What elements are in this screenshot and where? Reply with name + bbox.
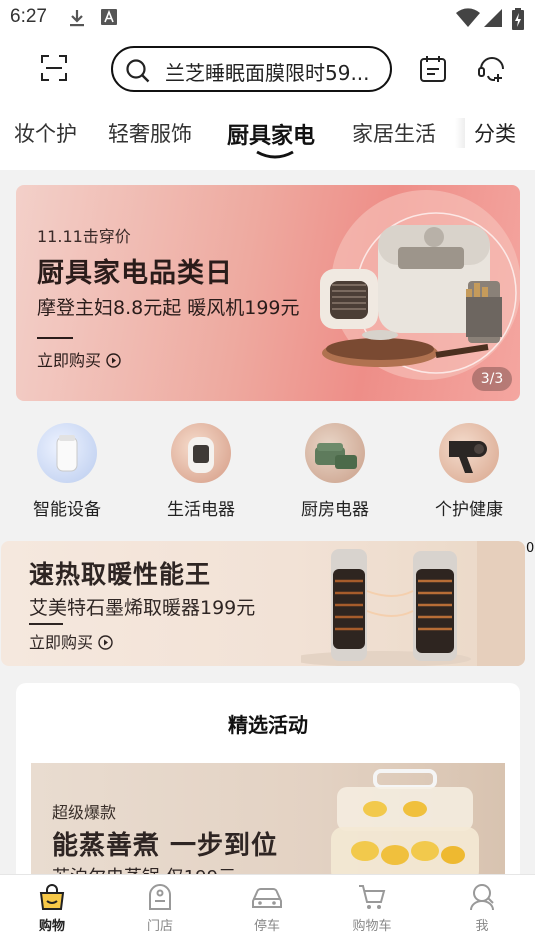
heater-illustration bbox=[301, 541, 525, 666]
category-smart-devices[interactable]: 智能设备 bbox=[12, 423, 122, 520]
featured-banner[interactable]: 超级爆款 能蒸善煮 一步到位 苏泊尔电蒸锅 仅199元 bbox=[31, 763, 505, 883]
banner-cta[interactable]: 立即购买 bbox=[37, 347, 121, 371]
steamer-illustration bbox=[331, 769, 479, 883]
category-kitchen-appliances[interactable]: 厨房电器 bbox=[280, 423, 390, 520]
nav-store[interactable]: 门店 bbox=[110, 881, 210, 934]
category-label: 厨房电器 bbox=[301, 500, 369, 520]
sandwich-maker-icon bbox=[305, 423, 365, 483]
category-label: 个护健康 bbox=[435, 500, 503, 520]
category-home-appliances[interactable]: 生活电器 bbox=[146, 423, 256, 520]
status-time: 6:27 bbox=[10, 6, 47, 27]
banner-cta-label: 立即购买 bbox=[37, 351, 102, 370]
cart-icon bbox=[359, 885, 386, 909]
category-label: 智能设备 bbox=[33, 500, 101, 520]
nav-label: 我 bbox=[475, 919, 489, 934]
promo-cta[interactable]: 立即购买 bbox=[29, 629, 113, 653]
battery-icon bbox=[512, 8, 524, 34]
active-tab-indicator bbox=[256, 150, 294, 159]
featured-banner-tag: 超级爆款 bbox=[52, 803, 117, 822]
profile-icon bbox=[470, 884, 494, 911]
hero-banner[interactable]: 11.11击穿价 厨具家电品类日 摩登主妇8.8元起 暖风机199元 立即购买 … bbox=[16, 185, 520, 401]
banner-divider bbox=[37, 337, 73, 339]
store-icon bbox=[149, 884, 171, 910]
smart-device-icon bbox=[37, 423, 97, 483]
nav-parking[interactable]: 停车 bbox=[217, 881, 317, 934]
promo-divider bbox=[29, 623, 63, 625]
category-personal-care[interactable]: 个护健康 bbox=[414, 423, 524, 520]
category-shortcuts: 智能设备 生活电器 厨房电器 个护健康 bbox=[0, 405, 535, 525]
category-tabs: 妆个护 轻奢服饰 厨具家电 家居生活 分类 bbox=[0, 104, 535, 170]
nav-label: 购物 bbox=[38, 919, 65, 934]
nav-shopping[interactable]: 购物 bbox=[2, 881, 102, 934]
calendar-icon[interactable] bbox=[418, 54, 448, 88]
header-bar: 兰芝睡眠面膜限时59... bbox=[0, 36, 535, 104]
customer-service-icon[interactable] bbox=[476, 52, 508, 88]
car-icon bbox=[252, 888, 282, 908]
category-label: 生活电器 bbox=[167, 500, 235, 520]
status-bar: 6:27 bbox=[0, 0, 535, 36]
play-circle-icon bbox=[98, 635, 113, 650]
banner-tag: 11.11击穿价 bbox=[37, 227, 131, 246]
featured-title: 精选活动 bbox=[228, 713, 308, 737]
heater-icon bbox=[171, 423, 231, 483]
all-categories-button[interactable]: 分类 bbox=[474, 118, 516, 148]
banner-subtitle: 摩登主妇8.8元起 暖风机199元 bbox=[37, 297, 300, 319]
tabs-fade bbox=[455, 118, 465, 148]
tab-luxury-apparel[interactable]: 轻奢服饰 bbox=[108, 118, 192, 148]
nav-label: 门店 bbox=[146, 919, 173, 934]
hair-dryer-icon bbox=[439, 423, 499, 483]
promo-cta-label: 立即购买 bbox=[29, 633, 94, 652]
banner-title: 厨具家电品类日 bbox=[37, 258, 233, 289]
tab-beauty[interactable]: 妆个护 bbox=[14, 118, 77, 148]
tab-home-living[interactable]: 家居生活 bbox=[352, 118, 436, 148]
search-box[interactable]: 兰芝睡眠面膜限时59... bbox=[111, 46, 392, 92]
featured-banner-title: 能蒸善煮 一步到位 bbox=[52, 831, 279, 861]
shopping-bag-icon bbox=[39, 884, 65, 910]
nav-label: 停车 bbox=[253, 919, 280, 934]
promo-title: 速热取暖性能王 bbox=[29, 560, 212, 589]
featured-activities-card: 精选活动 超级爆款 能蒸善煮 一步到位 苏泊尔电蒸锅 仅199元 bbox=[16, 683, 520, 883]
search-icon bbox=[125, 58, 151, 88]
download-icon bbox=[68, 8, 86, 32]
search-input[interactable]: 兰芝睡眠面膜限时59... bbox=[165, 57, 387, 86]
banner-pager: 3/3 bbox=[472, 367, 512, 391]
wifi-icon bbox=[456, 8, 480, 32]
nav-profile[interactable]: 我 bbox=[432, 881, 532, 934]
tab-kitchen-appliances[interactable]: 厨具家电 bbox=[227, 118, 315, 150]
edge-text: 0 bbox=[526, 541, 535, 556]
scan-icon[interactable] bbox=[40, 54, 72, 86]
signal-icon bbox=[484, 8, 502, 32]
promo-banner[interactable]: 速热取暖性能王 艾美特石墨烯取暖器199元 立即购买 bbox=[1, 541, 525, 666]
nav-label: 购物车 bbox=[352, 919, 392, 934]
bottom-nav: 购物 门店 停车 购物车 我 bbox=[0, 874, 535, 952]
play-circle-icon bbox=[106, 353, 121, 368]
nav-cart[interactable]: 购物车 bbox=[322, 881, 422, 934]
promo-subtitle: 艾美特石墨烯取暖器199元 bbox=[29, 597, 256, 619]
a-icon bbox=[101, 8, 117, 30]
